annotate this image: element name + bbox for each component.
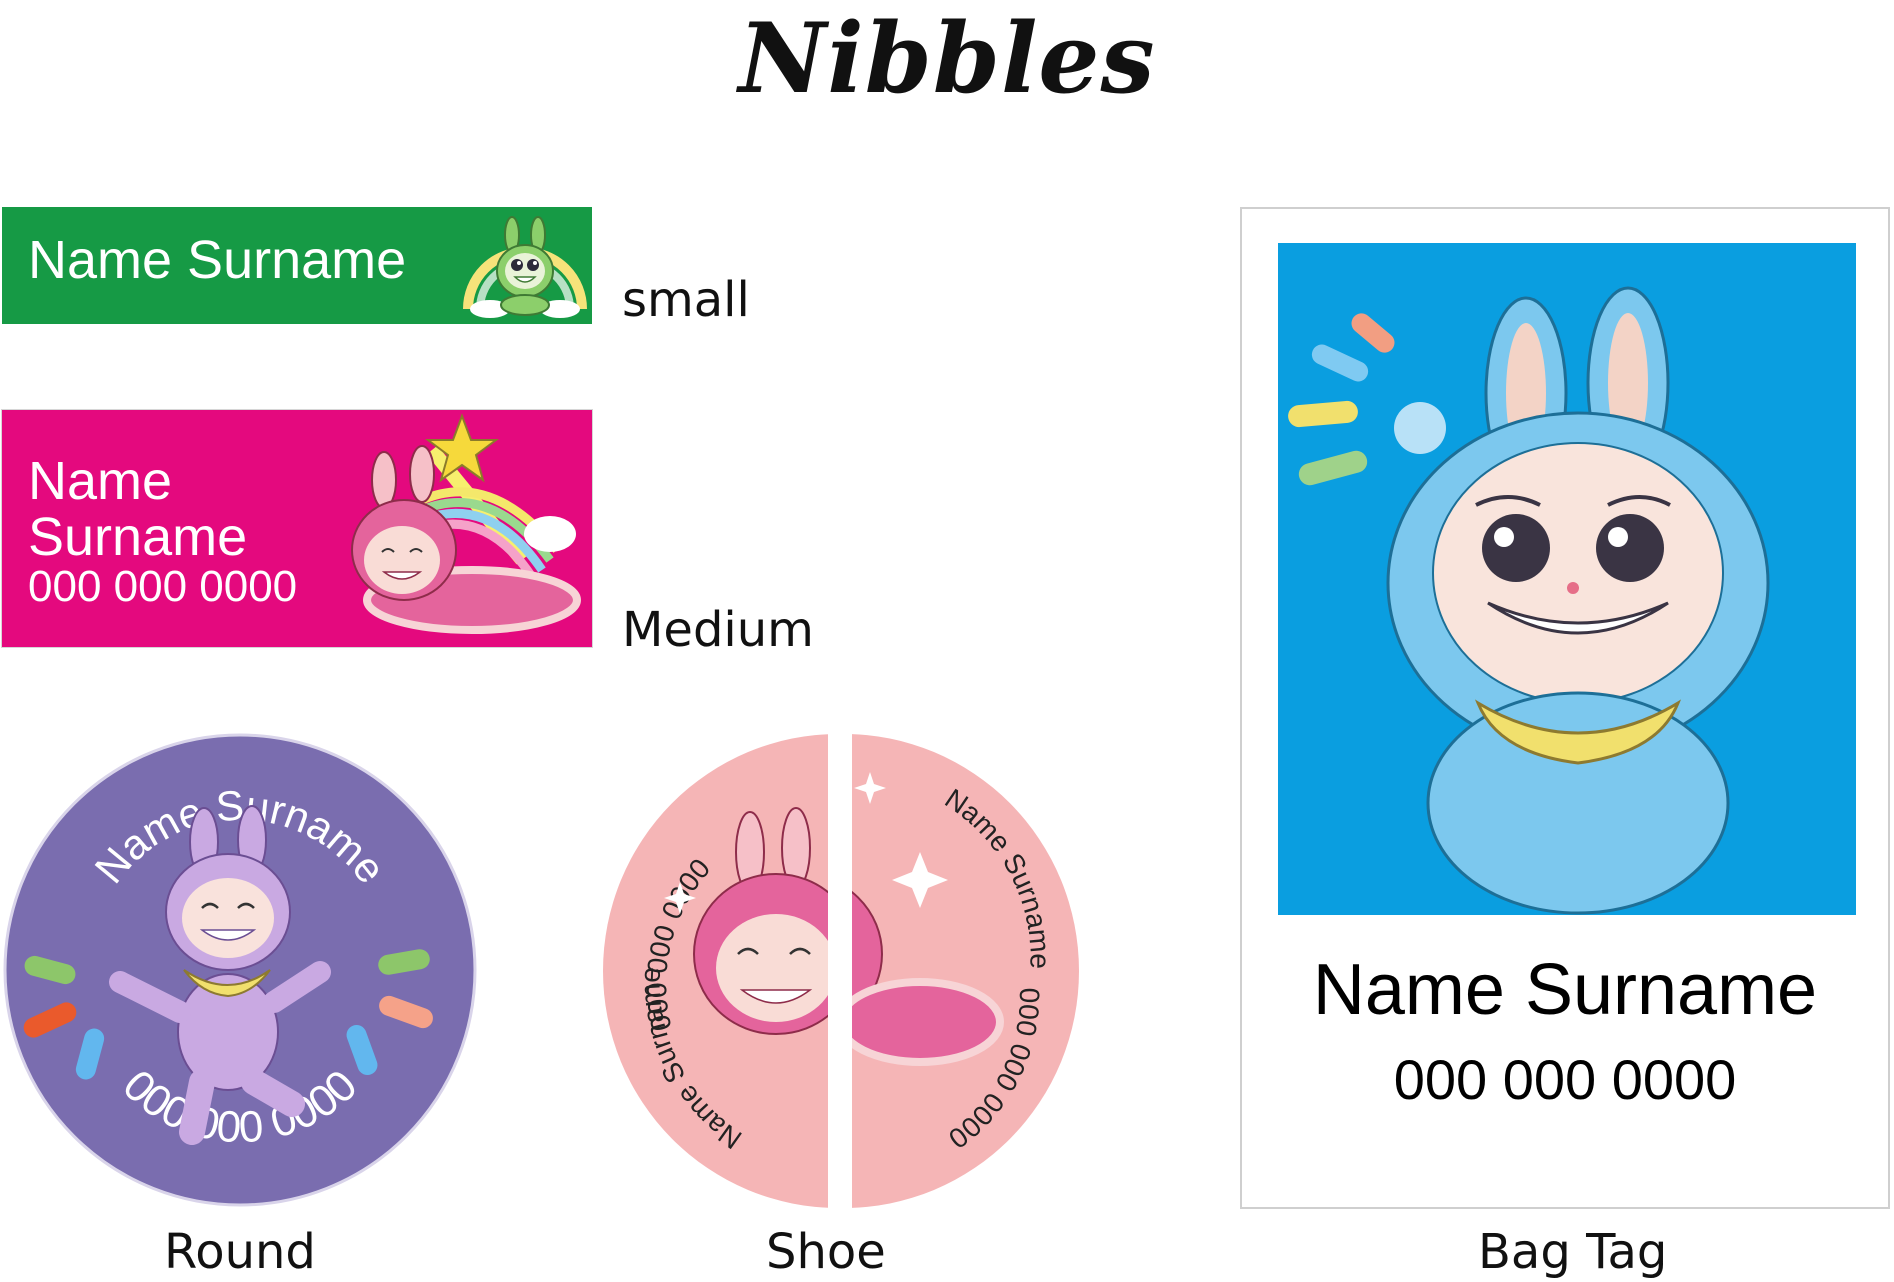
bag-tag-artwork: [1278, 243, 1856, 915]
medium-label-phone: 000 000 0000: [28, 562, 298, 611]
small-label: Name Surname: [2, 207, 592, 324]
small-caption: small: [622, 272, 750, 328]
sleeping-bunny-icon: [351, 413, 581, 634]
medium-label-surname: Surname: [28, 507, 248, 567]
bag-tag-caption: Bag Tag: [1478, 1224, 1668, 1280]
bunny-mascot-icon: [1288, 286, 1770, 915]
small-label-name: Name Surname: [28, 230, 407, 290]
shoe-caption: Shoe: [766, 1224, 886, 1280]
shoe-label: 000 000 0000 Name Surname Name Surname 0…: [603, 734, 1079, 1208]
bunny-mascot-icon: [463, 216, 587, 318]
round-label: Name Surname 000 000 0000: [3, 733, 477, 1207]
star-icon: [425, 413, 499, 483]
bag-tag-name: Name Surname: [1312, 950, 1818, 1030]
medium-label: Name Surname 000 000 0000: [2, 410, 592, 647]
bag-tag-phone: 000 000 0000: [1393, 1048, 1737, 1111]
medium-caption: Medium: [622, 602, 814, 658]
bag-tag-label: Name Surname 000 000 0000: [1240, 207, 1890, 1209]
page-title: Nibbles: [738, 2, 1156, 115]
round-caption: Round: [164, 1224, 316, 1280]
medium-label-first-name: Name: [28, 451, 173, 511]
